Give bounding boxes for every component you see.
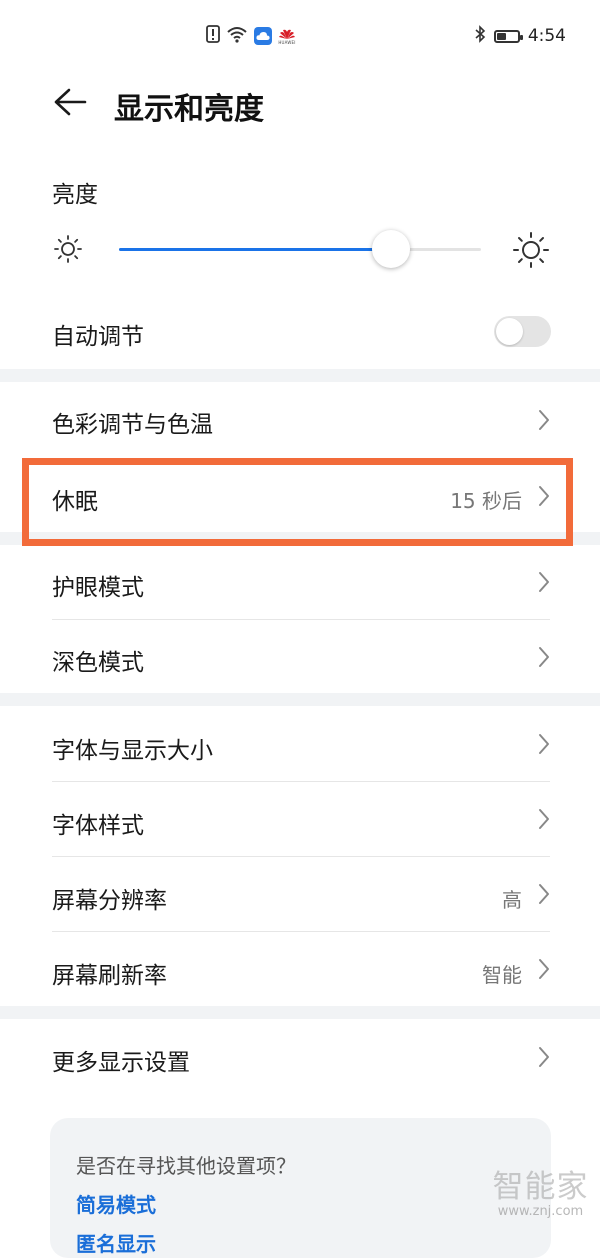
auto-adjust-label: 自动调节 — [52, 324, 144, 350]
suggestion-question: 是否在寻找其他设置项？ — [76, 1154, 296, 1178]
settings-item-refresh-rate[interactable]: 屏幕刷新率 智能 — [0, 932, 600, 1006]
settings-item-label: 字体样式 — [52, 813, 144, 839]
brightness-label: 亮度 — [52, 182, 98, 208]
status-bar: HUAWEI 4:54 — [0, 0, 600, 70]
highlight-annotation — [22, 458, 573, 546]
brightness-control — [0, 225, 600, 277]
chevron-right-icon — [538, 409, 550, 435]
chevron-right-icon — [538, 1046, 550, 1072]
status-icons-right: 4:54 — [474, 24, 566, 48]
section-gap — [0, 693, 600, 706]
settings-item-value: 高 — [502, 888, 522, 912]
back-button[interactable] — [46, 80, 94, 124]
toggle-knob — [496, 318, 523, 345]
page-title: 显示和亮度 — [114, 92, 264, 127]
battery-icon — [493, 29, 523, 43]
chevron-right-icon — [538, 808, 550, 834]
auto-adjust-toggle[interactable] — [494, 316, 551, 347]
settings-item-label: 深色模式 — [52, 650, 144, 676]
settings-item-label: 更多显示设置 — [52, 1050, 190, 1076]
settings-item-label: 字体与显示大小 — [52, 738, 213, 764]
brightness-slider-fill — [119, 248, 391, 251]
alert-icon — [206, 25, 220, 47]
section-gap — [0, 1006, 600, 1019]
brightness-slider-thumb[interactable] — [371, 230, 410, 268]
chevron-right-icon — [538, 958, 550, 984]
sun-small-icon — [52, 233, 84, 269]
chevron-right-icon — [538, 733, 550, 759]
huawei-brand-text: HUAWEI — [278, 39, 296, 45]
sun-large-icon — [512, 231, 550, 273]
battery-level — [496, 32, 506, 40]
chevron-right-icon — [538, 883, 550, 909]
settings-item-font-style[interactable]: 字体样式 — [0, 782, 600, 856]
brightness-slider[interactable] — [119, 230, 481, 268]
watermark-url: www.znj.com — [497, 1204, 584, 1219]
watermark: 智能家 www.znj.com — [488, 1170, 593, 1220]
status-icons-center: HUAWEI — [206, 24, 296, 48]
suggestion-link-simple-mode[interactable]: 简易模式 — [76, 1189, 156, 1218]
settings-item-more-display[interactable]: 更多显示设置 — [0, 1019, 600, 1095]
bluetooth-icon — [474, 25, 486, 47]
suggestion-card: 是否在寻找其他设置项？ 简易模式 匿名显示 — [50, 1118, 551, 1258]
settings-item-label: 屏幕刷新率 — [52, 963, 167, 989]
suggestion-link-second[interactable]: 匿名显示 — [76, 1228, 156, 1257]
settings-item-font-size[interactable]: 字体与显示大小 — [0, 706, 600, 781]
settings-item-label: 色彩调节与色温 — [52, 412, 213, 438]
huawei-logo-icon: HUAWEI — [278, 28, 296, 45]
cloud-icon — [254, 27, 272, 45]
app-bar: 显示和亮度 — [0, 70, 600, 134]
chevron-right-icon — [538, 646, 550, 672]
section-gap — [0, 369, 600, 382]
chevron-right-icon — [538, 571, 550, 597]
settings-item-screen-resolution[interactable]: 屏幕分辨率 高 — [0, 857, 600, 931]
back-arrow-icon — [54, 88, 87, 116]
settings-item-label: 屏幕分辨率 — [52, 888, 167, 914]
auto-adjust-row[interactable]: 自动调节 — [0, 300, 600, 364]
watermark-brand: 智能家 — [492, 1169, 589, 1205]
settings-item-value: 智能 — [482, 963, 522, 987]
status-time: 4:54 — [527, 26, 566, 46]
settings-item-dark-mode[interactable]: 深色模式 — [0, 620, 600, 693]
wifi-icon — [226, 25, 248, 47]
settings-item-color-temperature[interactable]: 色彩调节与色温 — [0, 382, 600, 458]
settings-item-eye-comfort[interactable]: 护眼模式 — [0, 545, 600, 619]
settings-item-label: 护眼模式 — [52, 575, 144, 601]
